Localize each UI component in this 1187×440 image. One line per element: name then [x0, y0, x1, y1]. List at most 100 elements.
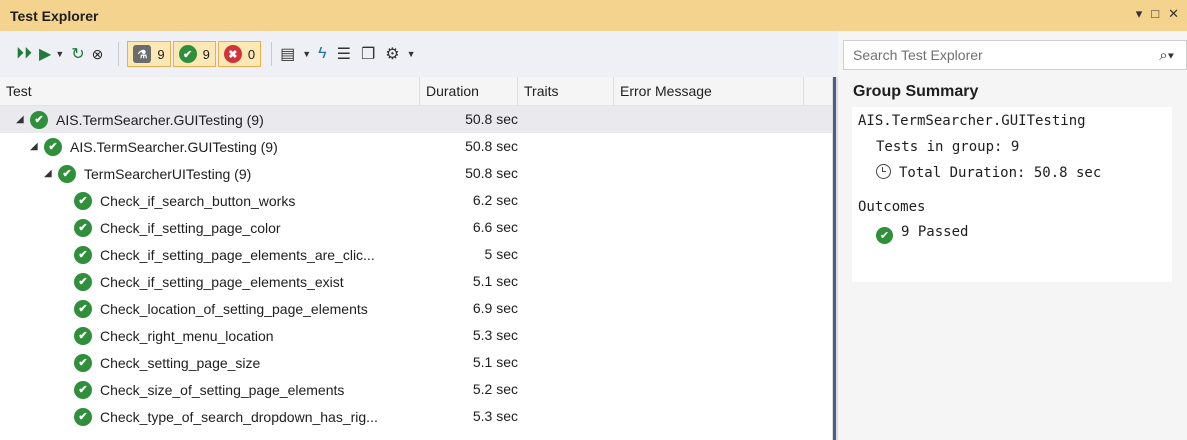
test-name: Check_type_of_search_dropdown_has_rig... [100, 408, 378, 425]
test-row[interactable]: ◢ ✔ AIS.TermSearcher.GUITesting (9) 50.8 se… [0, 133, 832, 160]
passed-icon: ✔ [74, 245, 92, 264]
test-grid: Test Duration Traits Error Message ◢ ✔ AIS… [0, 77, 832, 440]
toolbar: ⏵⏵ ▶ ▼ ↻ ⊗ ⚗ 9 ✔ 9 ✖ 0 ▤ ▼ ϟ ☰ ❐ ⚙ ▼ [0, 31, 838, 77]
toolbar-separator [118, 42, 120, 66]
test-row-name-cell: ✔ Check_type_of_search_dropdown_has_rig..… [74, 403, 378, 430]
test-row[interactable]: ✔ Check_if_setting_page_elements_are_clic… [0, 241, 832, 268]
test-row-name-cell: ✔ Check_if_setting_page_elements_exist [74, 268, 344, 295]
test-name: Check_location_of_setting_page_elements [100, 300, 368, 317]
test-row-name-cell: ◢ ✔ AIS.TermSearcher.GUITesting (9) [30, 133, 278, 160]
repeat-last-run-icon[interactable]: ↻ [71, 42, 84, 66]
search-box[interactable]: ⌕▾ [843, 40, 1187, 70]
live-test-icon[interactable]: ϟ [318, 45, 326, 63]
search-input[interactable] [851, 46, 1160, 64]
passed-outcome[interactable]: ✔ 9 Passed [876, 224, 968, 244]
test-name: Check_setting_page_size [100, 354, 261, 371]
passed-icon: ✔ [58, 164, 76, 183]
test-name: Check_if_setting_page_color [100, 219, 281, 236]
test-duration: 5 sec [484, 246, 518, 262]
filter-passed-count: 9 [202, 46, 210, 62]
test-row-name-cell: ✔ Check_location_of_setting_page_elements [74, 295, 368, 322]
gear-icon[interactable]: ⚙ [385, 44, 399, 64]
window-controls: ▾ □ ✕ [1136, 6, 1179, 22]
passed-icon: ✔ [876, 227, 893, 244]
test-row-name-cell: ✔ Check_setting_page_size [74, 349, 260, 376]
column-header-test[interactable]: Test [0, 77, 420, 106]
passed-icon: ✔ [74, 407, 92, 426]
test-duration: 5.2 sec [472, 381, 518, 397]
passed-icon: ✔ [178, 45, 197, 63]
test-name: Check_size_of_setting_page_elements [100, 381, 345, 398]
test-row[interactable]: ✔ Check_size_of_setting_page_elements 5.2 … [0, 376, 832, 403]
expand-collapse-icon[interactable]: ◢ [16, 114, 30, 125]
summary-heading: Group Summary [853, 83, 979, 100]
playlist-icon[interactable]: ▤ [280, 44, 295, 64]
test-duration: 50.8 sec [465, 111, 518, 127]
passed-icon: ✔ [44, 137, 62, 156]
filter-failed-button[interactable]: ✖ 0 [217, 41, 262, 67]
maximize-icon[interactable]: □ [1151, 6, 1159, 22]
test-row[interactable]: ◢ ✔ AIS.TermSearcher.GUITesting (9) 50.8 se… [0, 106, 832, 133]
failed-icon: ✖ [223, 45, 242, 63]
filter-total-button[interactable]: ⚗ 9 [127, 41, 171, 67]
test-name: Check_if_setting_page_elements_exist [100, 273, 344, 290]
test-duration: 5.3 sec [472, 327, 518, 343]
test-duration: 5.1 sec [472, 354, 518, 370]
filter-passed-button[interactable]: ✔ 9 [172, 41, 216, 67]
test-row[interactable]: ✔ Check_if_search_button_works 6.2 sec [0, 187, 832, 214]
column-header-error-message[interactable]: Error Message [614, 77, 804, 106]
test-row[interactable]: ◢ ✔ TermSearcherUITesting (9) 50.8 sec [0, 160, 832, 187]
test-row[interactable]: ✔ Check_setting_page_size 5.1 sec [0, 349, 832, 376]
expand-collapse-icon[interactable]: ◢ [44, 168, 58, 179]
test-name: Check_if_search_button_works [100, 192, 296, 209]
test-duration: 6.9 sec [472, 300, 518, 316]
outcomes-label: Outcomes [858, 199, 926, 215]
close-icon[interactable]: ✕ [1168, 6, 1179, 22]
passed-icon: ✔ [30, 110, 48, 129]
summary-card: AIS.TermSearcher.GUITesting Tests in gro… [852, 107, 1172, 282]
test-name: Check_right_menu_location [100, 327, 274, 344]
title-bar: Test Explorer ▾ □ ✕ [0, 0, 1187, 31]
test-duration: 5.1 sec [472, 273, 518, 289]
passed-icon: ✔ [74, 218, 92, 237]
passed-count: 9 Passed [901, 224, 969, 240]
filter-failed-count: 0 [247, 46, 256, 62]
test-row[interactable]: ✔ Check_right_menu_location 5.3 sec [0, 322, 832, 349]
cancel-icon[interactable]: ⊗ [92, 42, 104, 66]
test-row-name-cell: ◢ ✔ TermSearcherUITesting (9) [44, 160, 251, 187]
run-icon[interactable]: ▶ [39, 42, 51, 66]
test-row-name-cell: ✔ Check_if_setting_page_elements_are_clic… [74, 241, 375, 268]
settings-dropdown-icon[interactable]: ▼ [407, 42, 416, 66]
passed-icon: ✔ [74, 380, 92, 399]
column-header-traits[interactable]: Traits [518, 77, 614, 106]
expand-collapse-icon[interactable]: ◢ [30, 141, 44, 152]
search-icon[interactable]: ⌕▾ [1159, 47, 1174, 64]
test-name: AIS.TermSearcher.GUITesting (9) [70, 138, 278, 155]
dropdown-window-icon[interactable]: ▾ [1136, 6, 1143, 22]
playlist-dropdown-icon[interactable]: ▼ [302, 42, 311, 66]
group-by-icon[interactable]: ☰ [337, 44, 351, 64]
splitter-bar [833, 77, 836, 440]
tests-in-group: Tests in group: 9 [876, 139, 1020, 155]
group-name: AIS.TermSearcher.GUITesting [858, 113, 1086, 129]
passed-icon: ✔ [74, 272, 92, 291]
passed-icon: ✔ [74, 299, 92, 318]
test-row[interactable]: ✔ Check_if_setting_page_color 6.6 sec [0, 214, 832, 241]
test-row[interactable]: ✔ Check_location_of_setting_page_elements… [0, 295, 832, 322]
run-dropdown-icon[interactable]: ▼ [55, 42, 64, 66]
passed-icon: ✔ [74, 326, 92, 345]
filter-total-count: 9 [157, 46, 165, 62]
run-all-icon[interactable]: ⏵⏵ [16, 42, 32, 66]
test-row[interactable]: ✔ Check_if_setting_page_elements_exist 5.1… [0, 268, 832, 295]
test-row[interactable]: ✔ Check_type_of_search_dropdown_has_rig..… [0, 403, 832, 430]
test-name: Check_if_setting_page_elements_are_clic.… [100, 246, 375, 263]
test-duration: 50.8 sec [465, 138, 518, 154]
window-title: Test Explorer [10, 7, 99, 24]
test-duration: 6.2 sec [472, 192, 518, 208]
test-name: AIS.TermSearcher.GUITesting (9) [56, 111, 264, 128]
column-header-duration[interactable]: Duration [420, 77, 518, 106]
test-duration: 50.8 sec [465, 165, 518, 181]
test-duration: 6.6 sec [472, 219, 518, 235]
grid-header: Test Duration Traits Error Message [0, 77, 832, 106]
view-icon[interactable]: ❐ [361, 44, 375, 64]
